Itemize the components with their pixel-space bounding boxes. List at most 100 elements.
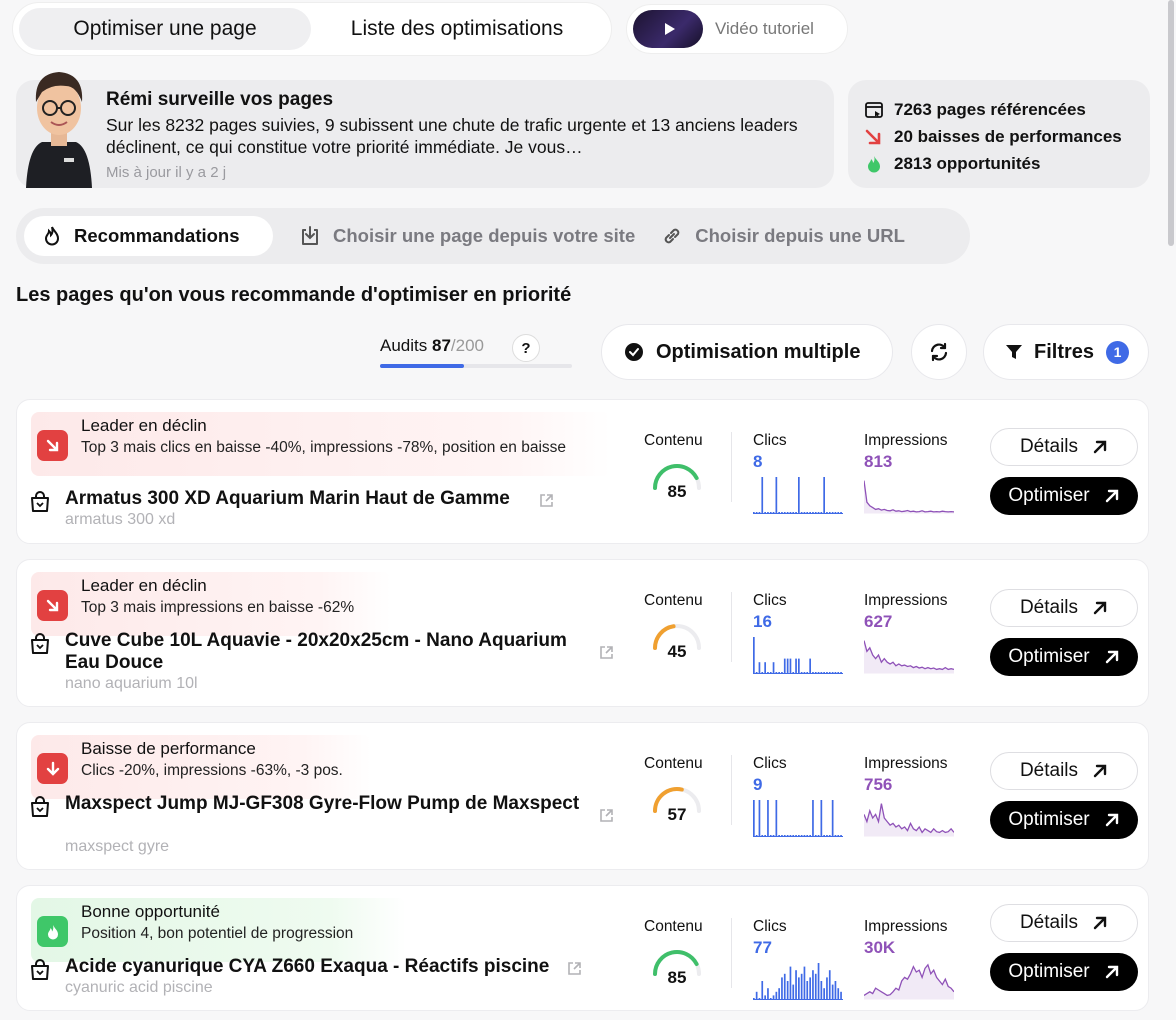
tab-recommendations[interactable]: Recommandations xyxy=(24,216,273,256)
remi-title: Rémi surveille vos pages xyxy=(106,89,334,110)
multiple-optimization-button[interactable]: Optimisation multiple xyxy=(601,324,893,380)
page-title-link[interactable]: Maxspect Jump MJ-GF308 Gyre-Flow Pump de… xyxy=(65,793,605,815)
clicks-bar xyxy=(758,800,761,836)
clicks-bar xyxy=(814,973,817,999)
clicks-bar xyxy=(800,973,803,999)
clicks-bar xyxy=(840,835,842,836)
clicks-bar xyxy=(837,835,840,836)
refresh-icon xyxy=(930,342,948,362)
clicks-bar xyxy=(781,835,783,836)
impressions-value: 30K xyxy=(864,938,896,957)
page-title-link[interactable]: Cuve Cube 10L Aquavie - 20x20x25cm - Nan… xyxy=(65,630,605,674)
clicks-bar xyxy=(840,991,842,999)
clicks-bar xyxy=(809,835,811,836)
stat-indexed-pages: 7263 pages référencées xyxy=(864,96,1150,123)
tab-recommendations-label: Recommandations xyxy=(74,225,240,246)
page-title-link[interactable]: Armatus 300 XD Aquarium Marin Haut de Ga… xyxy=(65,488,545,510)
audits-total: /200 xyxy=(450,336,484,355)
status-tag-description: Top 3 mais impressions en baisse -62% xyxy=(81,599,355,616)
clicks-bar xyxy=(769,998,772,999)
impressions-label: Impressions xyxy=(864,592,948,609)
external-link-icon[interactable] xyxy=(539,493,554,508)
clicks-bar xyxy=(831,800,834,836)
arrow-up-right-icon xyxy=(1105,650,1118,664)
recommendation-card: Leader en déclin Top 3 mais impressions … xyxy=(16,559,1149,707)
clicks-bar xyxy=(786,658,789,673)
clicks-bar xyxy=(803,512,806,513)
content-score-value: 45 xyxy=(667,642,687,661)
clicks-bar xyxy=(803,672,806,673)
clicks-bar xyxy=(769,512,772,513)
external-link-icon[interactable] xyxy=(599,808,614,823)
optimize-button[interactable]: Optimiser xyxy=(990,953,1138,991)
clicks-bar xyxy=(820,512,823,513)
clicks-bar xyxy=(755,512,758,513)
clicks-bar xyxy=(778,835,780,836)
stats-card: 7263 pages référencées 20 baisses de per… xyxy=(848,80,1150,188)
status-tag: Leader en déclin Top 3 mais impressions … xyxy=(31,572,391,636)
status-tag: Bonne opportunité Position 4, bon potent… xyxy=(31,898,406,962)
clicks-bar xyxy=(781,512,783,513)
external-link-icon[interactable] xyxy=(567,961,582,976)
clicks-bar xyxy=(812,800,814,836)
scrollbar[interactable] xyxy=(1168,0,1174,246)
clicks-bar xyxy=(840,512,842,513)
clicks-bar xyxy=(820,800,823,836)
arrow-up-right-icon xyxy=(1105,965,1118,979)
tab-choose-from-url-label: Choisir depuis une URL xyxy=(695,225,905,246)
clicks-bar xyxy=(831,672,834,673)
clicks-bar xyxy=(792,984,795,999)
impressions-sparkline xyxy=(864,803,954,837)
impressions-value: 813 xyxy=(864,452,893,471)
filter-icon xyxy=(1006,345,1022,359)
clicks-bar xyxy=(806,512,809,513)
stat-indexed-label: 7263 pages référencées xyxy=(894,99,1086,119)
divider xyxy=(731,755,732,825)
video-thumbnail xyxy=(633,10,703,48)
content-score-value: 57 xyxy=(667,805,687,824)
page-title-link[interactable]: Acide cyanurique CYA Z660 Exaqua - Réact… xyxy=(65,956,585,978)
tab-choose-from-url[interactable]: Choisir depuis une URL xyxy=(661,216,905,256)
arrow-down-icon xyxy=(37,753,68,784)
details-button[interactable]: Détails xyxy=(990,427,1138,466)
clicks-label: Clics xyxy=(753,432,787,449)
clicks-bar xyxy=(792,512,795,513)
clicks-sparkline xyxy=(753,477,843,514)
impressions-sparkline xyxy=(864,640,954,674)
clicks-bar xyxy=(755,835,758,836)
filters-button[interactable]: Filtres 1 xyxy=(983,324,1149,380)
optimize-button[interactable]: Optimiser xyxy=(990,638,1138,676)
clicks-bar xyxy=(753,512,755,513)
clicks-bar xyxy=(806,672,809,673)
clicks-bar xyxy=(823,477,825,513)
clicks-label: Clics xyxy=(753,755,787,772)
clicks-bar xyxy=(767,512,769,513)
clicks-bar xyxy=(758,998,761,999)
details-button[interactable]: Détails xyxy=(990,904,1138,942)
details-button[interactable]: Détails xyxy=(990,589,1138,627)
audits-help-button[interactable]: ? xyxy=(512,334,540,362)
details-button[interactable]: Détails xyxy=(990,752,1138,790)
clicks-bar xyxy=(761,835,764,836)
target-keyword: armatus 300 xd xyxy=(65,511,176,528)
clicks-label: Clics xyxy=(753,592,787,609)
flame-outline-icon xyxy=(44,226,60,246)
clicks-bar xyxy=(800,512,803,513)
clicks-sparkline xyxy=(753,963,843,1000)
external-link-icon[interactable] xyxy=(599,645,614,660)
audits-progress-fill xyxy=(380,364,464,368)
impressions-sparkline xyxy=(864,480,954,514)
check-circle-icon xyxy=(625,343,643,361)
tab-optimize-page[interactable]: Optimiser une page xyxy=(19,8,311,50)
optimize-button[interactable]: Optimiser xyxy=(990,801,1138,839)
clicks-bar xyxy=(817,512,820,513)
refresh-button[interactable] xyxy=(911,324,967,380)
clicks-bar xyxy=(837,512,840,513)
video-tutorial-button[interactable]: Vidéo tutoriel xyxy=(626,4,848,54)
clicks-bar xyxy=(761,981,764,999)
tab-choose-from-site[interactable]: Choisir une page depuis votre site xyxy=(299,216,635,256)
clicks-bar xyxy=(761,672,764,673)
impressions-value: 756 xyxy=(864,775,893,794)
optimize-button[interactable]: Optimiser xyxy=(990,476,1138,515)
tab-optimizations-list[interactable]: Liste des optimisations xyxy=(311,8,603,50)
